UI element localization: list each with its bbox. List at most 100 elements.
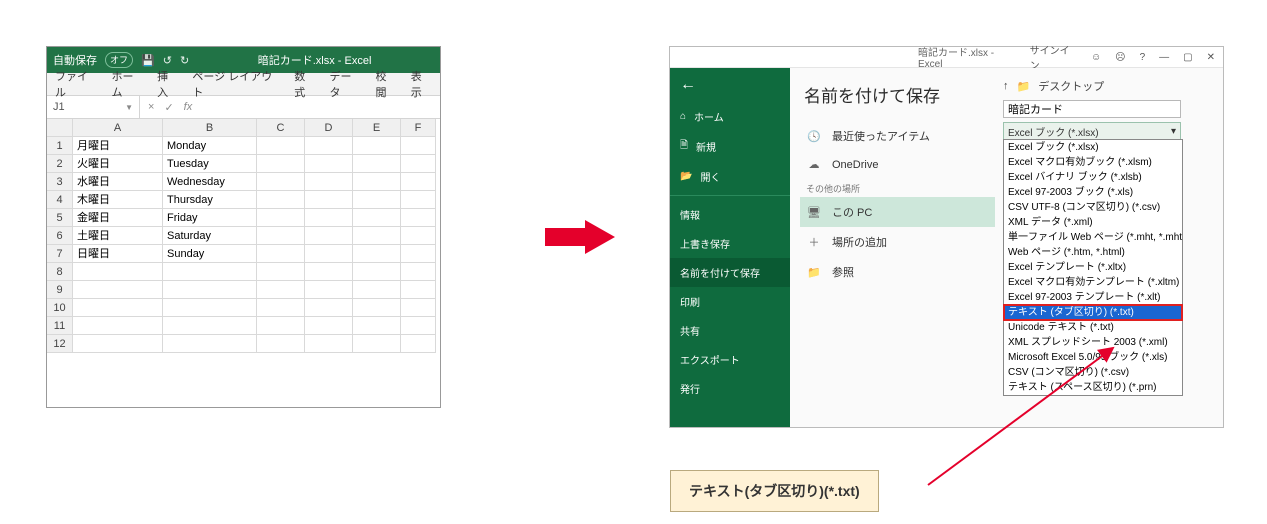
- cell[interactable]: Thursday: [163, 191, 257, 209]
- cell[interactable]: [73, 299, 163, 317]
- face-sad-icon[interactable]: ☹: [1115, 52, 1125, 63]
- cell[interactable]: [353, 245, 401, 263]
- cell[interactable]: [353, 137, 401, 155]
- column-header[interactable]: D: [305, 119, 353, 137]
- cell[interactable]: [305, 317, 353, 335]
- filetype-option[interactable]: 単一ファイル Web ページ (*.mht, *.mhtml): [1004, 230, 1182, 245]
- sidebar-item-saveas[interactable]: 名前を付けて保存: [670, 258, 790, 287]
- cell[interactable]: [353, 299, 401, 317]
- cell[interactable]: [257, 263, 305, 281]
- sidebar-item-home[interactable]: ⌂ ホーム: [670, 102, 790, 131]
- formula-area[interactable]: × ✓ fx: [140, 96, 440, 118]
- back-button[interactable]: ←: [670, 68, 790, 102]
- undo-icon[interactable]: ↺: [163, 54, 172, 67]
- column-header[interactable]: F: [401, 119, 436, 137]
- location-onedrive[interactable]: ☁ OneDrive: [800, 151, 995, 178]
- folder-path-row[interactable]: ↑ 📁 デスクトップ: [1003, 78, 1215, 94]
- cell[interactable]: [257, 209, 305, 227]
- cell[interactable]: [163, 317, 257, 335]
- cell[interactable]: [353, 263, 401, 281]
- sidebar-item-new[interactable]: 🗎 新規: [670, 131, 790, 162]
- cell[interactable]: [305, 281, 353, 299]
- cell[interactable]: [353, 209, 401, 227]
- fx-icon[interactable]: fx: [184, 101, 193, 113]
- filetype-option[interactable]: Web ページ (*.htm, *.html): [1004, 245, 1182, 260]
- cell[interactable]: [353, 173, 401, 191]
- filetype-option[interactable]: Excel テンプレート (*.xltx): [1004, 260, 1182, 275]
- cell[interactable]: 金曜日: [73, 209, 163, 227]
- row-header[interactable]: 3: [47, 173, 73, 191]
- cell[interactable]: [73, 281, 163, 299]
- save-icon[interactable]: 💾: [141, 54, 155, 67]
- confirm-icon[interactable]: ✓: [164, 101, 173, 114]
- row-header[interactable]: 2: [47, 155, 73, 173]
- cell[interactable]: [257, 317, 305, 335]
- cell[interactable]: [305, 299, 353, 317]
- location-recent[interactable]: 🕓 最近使ったアイテム: [800, 121, 995, 151]
- cell[interactable]: [257, 227, 305, 245]
- autosave-toggle[interactable]: オフ: [105, 52, 133, 68]
- cell[interactable]: [305, 155, 353, 173]
- cell[interactable]: [401, 299, 436, 317]
- cell[interactable]: [305, 137, 353, 155]
- sidebar-item-info[interactable]: 情報: [670, 200, 790, 229]
- cell[interactable]: [257, 245, 305, 263]
- filetype-option[interactable]: XML データ (*.xml): [1004, 215, 1182, 230]
- cell[interactable]: [401, 173, 436, 191]
- cell[interactable]: [305, 191, 353, 209]
- cell[interactable]: [163, 263, 257, 281]
- cell[interactable]: [401, 263, 436, 281]
- cell[interactable]: [257, 173, 305, 191]
- cell[interactable]: [73, 263, 163, 281]
- sidebar-item-export[interactable]: エクスポート: [670, 345, 790, 374]
- cell[interactable]: [73, 317, 163, 335]
- cell[interactable]: [353, 155, 401, 173]
- up-arrow-icon[interactable]: ↑: [1003, 80, 1009, 92]
- cell[interactable]: Saturday: [163, 227, 257, 245]
- sidebar-item-open[interactable]: 📂 開く: [670, 162, 790, 191]
- row-header[interactable]: 9: [47, 281, 73, 299]
- column-header[interactable]: A: [73, 119, 163, 137]
- location-addplace[interactable]: ＋ 場所の追加: [800, 227, 995, 257]
- face-smile-icon[interactable]: ☺: [1091, 52, 1101, 63]
- column-header[interactable]: E: [353, 119, 401, 137]
- row-header[interactable]: 8: [47, 263, 73, 281]
- cell[interactable]: 土曜日: [73, 227, 163, 245]
- cell[interactable]: [401, 317, 436, 335]
- row-header[interactable]: 4: [47, 191, 73, 209]
- cell[interactable]: Friday: [163, 209, 257, 227]
- filetype-option[interactable]: Unicode テキスト (*.txt): [1004, 320, 1182, 335]
- cell[interactable]: [305, 245, 353, 263]
- cell[interactable]: [305, 173, 353, 191]
- chevron-down-icon[interactable]: ▼: [125, 103, 133, 112]
- filetype-option[interactable]: Excel マクロ有効ブック (*.xlsm): [1004, 155, 1182, 170]
- filename-input[interactable]: [1003, 100, 1181, 118]
- column-header[interactable]: B: [163, 119, 257, 137]
- cell[interactable]: [257, 137, 305, 155]
- filetype-option[interactable]: Excel バイナリ ブック (*.xlsb): [1004, 170, 1182, 185]
- cell[interactable]: [163, 335, 257, 353]
- cell[interactable]: [305, 209, 353, 227]
- redo-icon[interactable]: ↻: [180, 54, 189, 67]
- cell[interactable]: [257, 155, 305, 173]
- filetype-option[interactable]: テキスト (タブ区切り) (*.txt): [1004, 305, 1182, 320]
- filetype-option[interactable]: Excel 97-2003 テンプレート (*.xlt): [1004, 290, 1182, 305]
- filetype-combo[interactable]: Excel ブック (*.xlsx) ▾: [1003, 122, 1181, 140]
- filetype-option[interactable]: Excel マクロ有効テンプレート (*.xltm): [1004, 275, 1182, 290]
- row-header[interactable]: 5: [47, 209, 73, 227]
- cell[interactable]: Tuesday: [163, 155, 257, 173]
- row-header[interactable]: 6: [47, 227, 73, 245]
- cell[interactable]: [401, 335, 436, 353]
- cell[interactable]: 月曜日: [73, 137, 163, 155]
- row-header[interactable]: 11: [47, 317, 73, 335]
- cell[interactable]: 木曜日: [73, 191, 163, 209]
- row-header[interactable]: 10: [47, 299, 73, 317]
- column-header[interactable]: C: [257, 119, 305, 137]
- sidebar-item-print[interactable]: 印刷: [670, 287, 790, 316]
- filetype-option[interactable]: Excel ブック (*.xlsx): [1004, 140, 1182, 155]
- row-header[interactable]: 7: [47, 245, 73, 263]
- filetype-option[interactable]: CSV UTF-8 (コンマ区切り) (*.csv): [1004, 200, 1182, 215]
- name-box[interactable]: J1 ▼: [47, 96, 140, 118]
- cell[interactable]: [401, 137, 436, 155]
- cell[interactable]: [353, 317, 401, 335]
